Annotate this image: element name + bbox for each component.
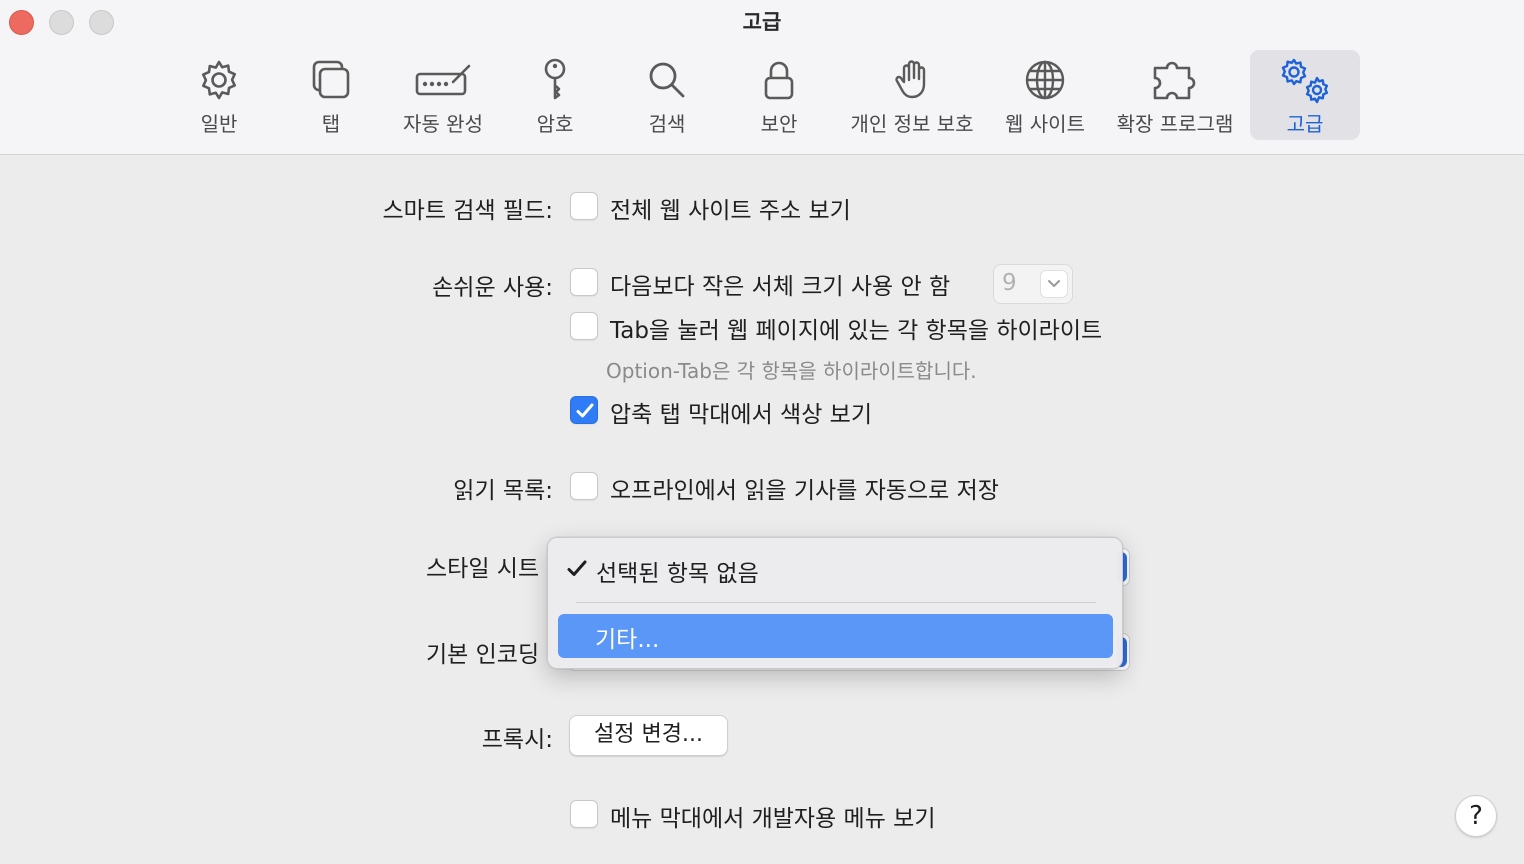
hand-icon: [895, 60, 926, 99]
min-font-size-checkbox[interactable]: [570, 268, 598, 296]
search-icon: [649, 62, 685, 98]
gears-icon: [1281, 58, 1329, 104]
reading-list-label: 읽기 목록:: [453, 478, 553, 504]
show-develop-menu-text: 메뉴 막대에서 개발자용 메뉴 보기: [610, 806, 936, 832]
tab-general[interactable]: 일반: [180, 50, 258, 140]
checkmark-icon: [567, 560, 587, 576]
tab-tabs[interactable]: 탭: [292, 50, 370, 140]
show-full-address-checkbox[interactable]: [570, 192, 598, 220]
tab-websites[interactable]: 웹 사이트: [1000, 50, 1090, 140]
checkmark-icon: [576, 403, 594, 418]
compact-tab-color-text: 압축 탭 막대에서 색상 보기: [610, 402, 873, 428]
min-font-size-text: 다음보다 작은 서체 크기 사용 안 함: [610, 274, 951, 300]
menu-separator: [576, 602, 1096, 603]
style-sheet-menu: 선택된 항목 없음 기타...: [547, 537, 1123, 669]
tab-advanced[interactable]: 고급: [1250, 50, 1360, 140]
tab-label: 웹 사이트: [1005, 112, 1085, 136]
tab-label: 보안: [760, 112, 798, 136]
menu-item-other[interactable]: 기타...: [558, 614, 1113, 658]
proxies-label: 프록시:: [481, 727, 553, 753]
tab-privacy[interactable]: 개인 정보 보호: [842, 50, 982, 140]
default-encoding-label: 기본 인코딩: [426, 642, 540, 668]
tab-label: 일반: [200, 112, 238, 136]
autofill-icon: [415, 64, 471, 96]
save-articles-offline-text: 오프라인에서 읽을 기사를 자동으로 저장: [610, 478, 999, 504]
save-articles-offline-checkbox[interactable]: [570, 472, 598, 500]
chevron-down-icon[interactable]: [1040, 270, 1068, 298]
tab-label: 개인 정보 보호: [850, 112, 974, 136]
tab-label: 확장 프로그램: [1116, 112, 1234, 136]
compact-tab-color-checkbox[interactable]: [570, 396, 598, 424]
tab-highlight-checkbox[interactable]: [570, 312, 598, 340]
tab-label: 검색: [648, 112, 686, 136]
min-font-size-value: 9: [1002, 270, 1017, 296]
lock-icon: [764, 61, 794, 100]
smart-search-label: 스마트 검색 필드:: [382, 198, 554, 224]
globe-icon: [1025, 60, 1065, 100]
tab-extensions[interactable]: 확장 프로그램: [1108, 50, 1242, 140]
style-sheet-label: 스타일 시트: [426, 556, 540, 582]
window-title: 고급: [742, 10, 782, 34]
tab-highlight-text: Tab을 눌러 웹 페이지에 있는 각 항목을 하이라이트: [610, 318, 1103, 344]
gear-icon: [202, 60, 236, 100]
accessibility-label: 손쉬운 사용:: [432, 275, 553, 301]
tab-autofill[interactable]: 자동 완성: [396, 50, 490, 140]
show-develop-menu-checkbox[interactable]: [570, 800, 598, 828]
tab-label: 고급: [1286, 112, 1324, 136]
tab-highlight-hint: Option-Tab은 각 항목을 하이라이트합니다.: [606, 359, 977, 383]
tabs-icon: [312, 60, 350, 99]
puzzle-icon: [1153, 61, 1196, 100]
tab-passwords[interactable]: 암호: [516, 50, 594, 140]
show-full-address-text: 전체 웹 사이트 주소 보기: [610, 198, 851, 224]
tab-label: 암호: [536, 112, 574, 136]
menu-item-other-label: 기타...: [595, 627, 660, 653]
tab-label: 탭: [321, 112, 341, 136]
min-font-size-select[interactable]: 9: [993, 264, 1073, 304]
menu-item-none-selected[interactable]: 선택된 항목 없음: [596, 554, 759, 588]
preferences-toolbar: 고급 일반 탭 자동 완성 암호 검색 보안 개인 정보 보호 웹 사이트 확장…: [0, 0, 1524, 155]
tab-label: 자동 완성: [403, 112, 483, 136]
help-button[interactable]: ?: [1455, 795, 1497, 837]
change-settings-button[interactable]: 설정 변경...: [569, 715, 728, 756]
tab-security[interactable]: 보안: [740, 50, 818, 140]
tab-search[interactable]: 검색: [628, 50, 706, 140]
key-icon: [544, 58, 566, 100]
